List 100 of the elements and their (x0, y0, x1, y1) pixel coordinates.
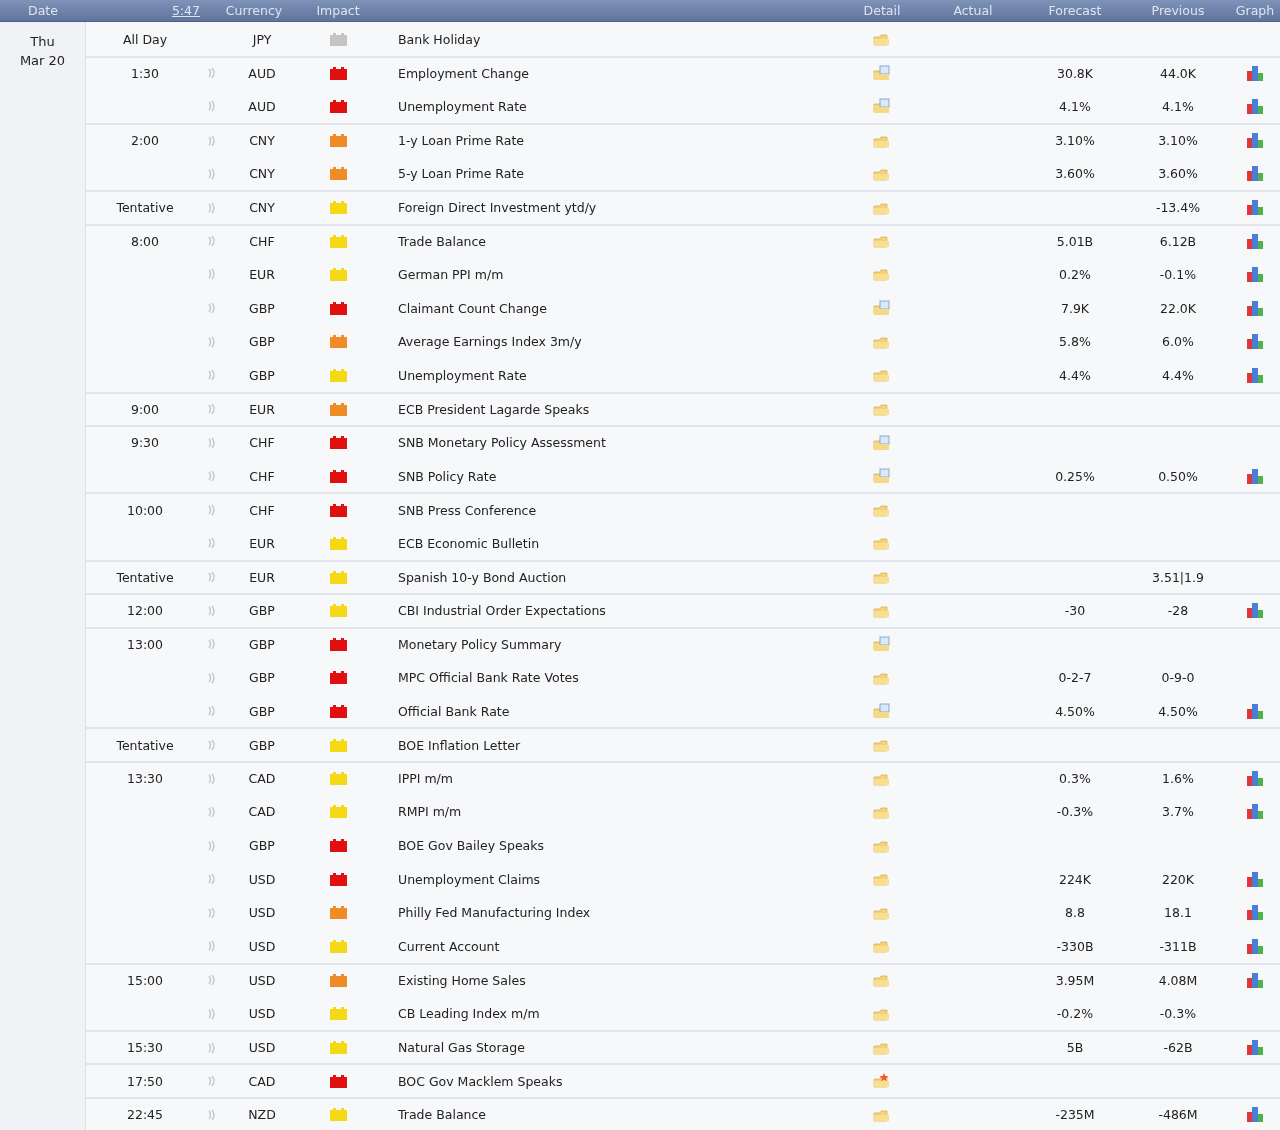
bar-chart-icon[interactable] (1246, 905, 1264, 921)
event-title[interactable]: Employment Change (372, 65, 530, 81)
folder-document-icon[interactable] (873, 703, 891, 720)
folder-document-icon[interactable] (873, 468, 891, 484)
sound-icon[interactable] (208, 537, 216, 550)
folder-document-icon[interactable] (873, 434, 891, 451)
event-title[interactable]: CB Leading Index m/m (372, 1006, 540, 1021)
event-title[interactable]: Philly Fed Manufacturing Index (372, 905, 591, 921)
folder-icon[interactable] (873, 871, 891, 888)
bar-chart-icon[interactable] (1246, 166, 1264, 182)
bar-chart-icon[interactable] (1246, 367, 1264, 383)
folder-document-icon[interactable] (873, 65, 891, 82)
sound-icon[interactable] (208, 739, 216, 752)
sound-icon[interactable] (208, 201, 216, 214)
bar-chart-icon[interactable] (1246, 871, 1264, 887)
event-title[interactable]: Existing Home Sales (372, 972, 526, 988)
sound-icon[interactable] (208, 436, 216, 449)
bar-chart-icon[interactable] (1246, 200, 1264, 216)
sound-icon[interactable] (208, 235, 216, 248)
sound-icon[interactable] (208, 638, 216, 651)
sound-icon[interactable] (208, 134, 216, 147)
event-title[interactable]: Trade Balance (372, 1107, 487, 1123)
bar-chart-icon[interactable] (1246, 603, 1264, 619)
sound-icon[interactable] (208, 873, 216, 886)
sound-icon[interactable] (208, 1075, 216, 1088)
folder-star-icon[interactable] (873, 1073, 891, 1090)
event-title[interactable]: BOC Gov Macklem Speaks (372, 1073, 563, 1089)
sound-icon[interactable] (208, 604, 216, 617)
event-title[interactable]: Monetary Policy Summary (372, 637, 562, 652)
sound-icon[interactable] (208, 403, 216, 416)
event-title[interactable]: RMPI m/m (372, 804, 462, 820)
sound-icon[interactable] (208, 302, 216, 315)
bar-chart-icon[interactable] (1246, 1040, 1264, 1056)
sound-icon[interactable] (208, 335, 216, 348)
sound-icon[interactable] (208, 167, 216, 180)
folder-icon[interactable] (873, 367, 891, 384)
folder-document-icon[interactable] (873, 300, 891, 317)
folder-icon[interactable] (873, 569, 891, 586)
sound-icon[interactable] (208, 805, 216, 818)
event-title[interactable]: MPC Official Bank Rate Votes (372, 670, 579, 686)
event-title[interactable]: Claimant Count Change (372, 300, 547, 316)
bar-chart-icon[interactable] (1246, 938, 1264, 954)
bar-chart-icon[interactable] (1246, 65, 1264, 81)
event-title[interactable]: ECB President Lagarde Speaks (372, 401, 590, 417)
bar-chart-icon[interactable] (1246, 804, 1264, 820)
bar-chart-icon[interactable] (1246, 771, 1264, 787)
event-title[interactable]: ECB Economic Bulletin (372, 535, 540, 551)
event-title[interactable]: Unemployment Claims (372, 871, 541, 887)
event-title[interactable]: Trade Balance (372, 233, 487, 249)
sound-icon[interactable] (208, 705, 216, 718)
event-title[interactable]: SNB Press Conference (372, 502, 537, 518)
sound-icon[interactable] (208, 1007, 216, 1020)
sound-icon[interactable] (208, 839, 216, 852)
sound-icon[interactable] (208, 906, 216, 919)
event-title[interactable]: SNB Monetary Policy Assessment (372, 435, 606, 451)
sound-icon[interactable] (208, 504, 216, 517)
folder-icon[interactable] (873, 535, 891, 552)
bar-chart-icon[interactable] (1246, 133, 1264, 149)
sound-icon[interactable] (208, 772, 216, 785)
bar-chart-icon[interactable] (1246, 233, 1264, 249)
folder-icon[interactable] (873, 938, 891, 955)
folder-icon[interactable] (873, 737, 891, 754)
event-title[interactable]: Unemployment Rate (372, 99, 527, 114)
folder-icon[interactable] (873, 233, 891, 250)
sound-icon[interactable] (208, 470, 216, 482)
event-title[interactable]: German PPI m/m (372, 266, 504, 282)
event-title[interactable]: Natural Gas Storage (372, 1040, 525, 1056)
bar-chart-icon[interactable] (1246, 300, 1264, 316)
sound-icon[interactable] (208, 940, 216, 953)
event-title[interactable]: Spanish 10-y Bond Auction (372, 569, 567, 585)
event-title[interactable]: BOE Gov Bailey Speaks (372, 838, 544, 854)
sound-icon[interactable] (208, 974, 216, 987)
folder-icon[interactable] (873, 502, 891, 519)
folder-icon[interactable] (873, 31, 891, 48)
bar-chart-icon[interactable] (1246, 468, 1264, 484)
bar-chart-icon[interactable] (1246, 266, 1264, 282)
event-title[interactable]: Current Account (372, 938, 500, 954)
sound-icon[interactable] (208, 268, 216, 281)
folder-icon[interactable] (873, 401, 891, 418)
event-title[interactable]: Bank Holiday (372, 31, 481, 47)
sound-icon[interactable] (208, 1041, 216, 1054)
bar-chart-icon[interactable] (1246, 703, 1264, 719)
sound-icon[interactable] (208, 671, 216, 684)
event-title[interactable]: Official Bank Rate (372, 703, 510, 719)
sound-icon[interactable] (208, 67, 216, 80)
event-title[interactable]: 5-y Loan Prime Rate (372, 166, 524, 182)
folder-document-icon[interactable] (873, 636, 891, 653)
event-title[interactable]: 1-y Loan Prime Rate (372, 133, 524, 149)
event-title[interactable]: BOE Inflation Letter (372, 737, 521, 753)
sound-icon[interactable] (208, 1108, 216, 1121)
event-title[interactable]: SNB Policy Rate (372, 468, 497, 484)
folder-icon[interactable] (873, 972, 891, 989)
folder-icon[interactable] (873, 266, 891, 283)
event-title[interactable]: IPPI m/m (372, 771, 453, 787)
sound-icon[interactable] (208, 571, 216, 584)
bar-chart-icon[interactable] (1246, 972, 1264, 988)
event-title[interactable]: Unemployment Rate (372, 367, 527, 383)
sound-icon[interactable] (208, 100, 216, 113)
folder-document-icon[interactable] (873, 98, 891, 115)
sound-icon[interactable] (208, 369, 216, 382)
